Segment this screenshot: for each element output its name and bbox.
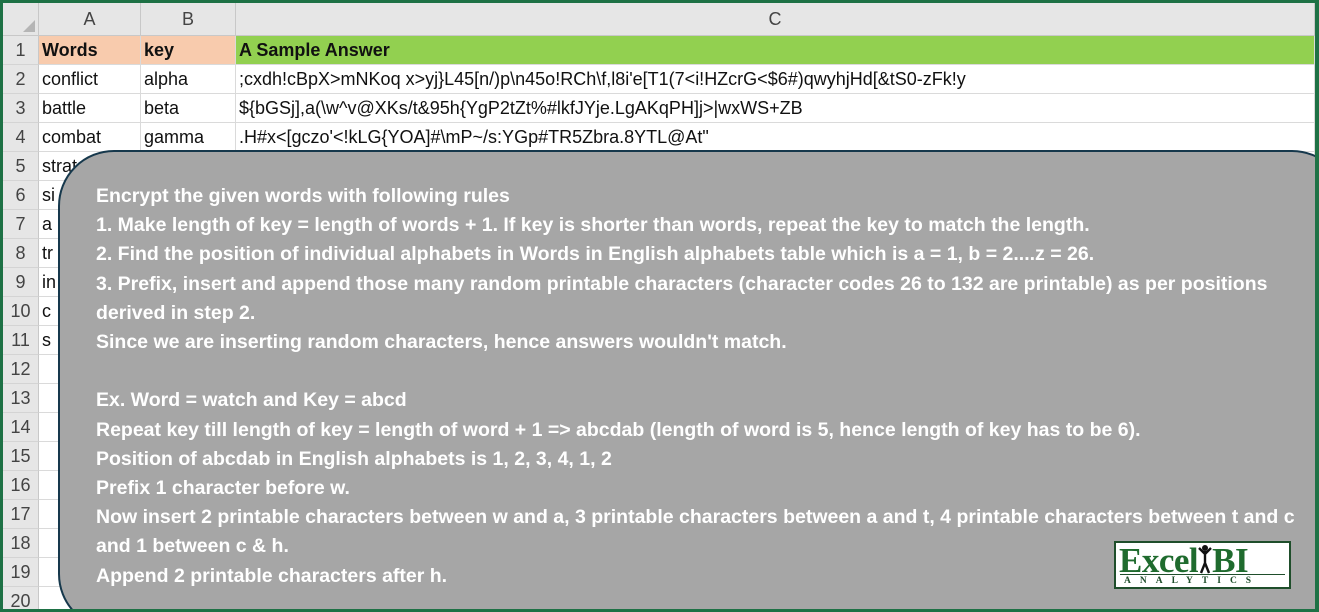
- cell-key[interactable]: beta: [141, 94, 236, 123]
- row-header[interactable]: 1: [3, 36, 39, 65]
- instruction-line: Prefix 1 character before w.: [96, 477, 350, 500]
- row-header[interactable]: 2: [3, 65, 39, 94]
- row-header[interactable]: 10: [3, 297, 39, 326]
- cell-key[interactable]: alpha: [141, 65, 236, 94]
- cell-word[interactable]: battle: [39, 94, 141, 123]
- logo-subtitle: ANALYTICS: [1120, 574, 1285, 586]
- row-header[interactable]: 4: [3, 123, 39, 152]
- header-cell-words[interactable]: Words: [39, 36, 141, 65]
- cell-answer[interactable]: ;cxdh!cBpX>mNKoq x>yj}L45[n/)p\n45o!RCh\…: [236, 65, 1315, 94]
- row-header[interactable]: 14: [3, 413, 39, 442]
- row-header[interactable]: 5: [3, 152, 39, 181]
- instruction-line: Encrypt the given words with following r…: [96, 185, 510, 207]
- header-cell-key[interactable]: key: [141, 36, 236, 65]
- instruction-line: [96, 357, 1315, 386]
- row-header[interactable]: 3: [3, 94, 39, 123]
- instruction-line: 1. Make length of key = length of words …: [96, 214, 1090, 237]
- cell-answer[interactable]: .H#x<[gczo'<!kLG{YOA]#\mP~/s:YGp#TR5Zbra…: [236, 123, 1315, 152]
- row-header[interactable]: 7: [3, 210, 39, 239]
- jumping-person-icon: [1198, 545, 1212, 574]
- cell-word[interactable]: conflict: [39, 65, 141, 94]
- cell-word[interactable]: combat: [39, 123, 141, 152]
- column-header-c[interactable]: C: [236, 3, 1315, 36]
- column-header-b[interactable]: B: [141, 3, 236, 36]
- cell-key[interactable]: gamma: [141, 123, 236, 152]
- instruction-line: 2. Find the position of individual alpha…: [96, 243, 1095, 266]
- instruction-line: Since we are inserting random characters…: [96, 331, 787, 354]
- cell-answer[interactable]: ${bGSj],a(\w^v@XKs/t&95h{YgP2tZt%#lkfJYj…: [236, 94, 1315, 123]
- row-header[interactable]: 6: [3, 181, 39, 210]
- instruction-line: 3. Prefix, insert and append those many …: [96, 272, 1273, 324]
- spreadsheet: ABC 1 2 3 4 5 6 7 8 9 10 11 12 13 14 15 16 17 18 19 20 Word…: [3, 3, 1315, 609]
- instructions-text: Encrypt the given words with following r…: [96, 182, 1315, 591]
- row-header[interactable]: 16: [3, 471, 39, 500]
- row-header[interactable]: 15: [3, 442, 39, 471]
- row-header[interactable]: 9: [3, 268, 39, 297]
- row-header[interactable]: 20: [3, 587, 39, 609]
- select-all-corner[interactable]: [3, 3, 39, 36]
- column-header-a[interactable]: A: [39, 3, 141, 36]
- row-header[interactable]: 12: [3, 355, 39, 384]
- row-header[interactable]: 18: [3, 529, 39, 558]
- header-cell-sample-answer[interactable]: A Sample Answer: [236, 36, 1315, 65]
- instruction-line: Position of abcdab in English alphabets …: [96, 447, 612, 470]
- instruction-line: Ex. Word = watch and Key = abcd: [96, 389, 407, 412]
- instruction-line: Repeat key till length of key = length o…: [96, 418, 1141, 441]
- row-header[interactable]: 11: [3, 326, 39, 355]
- excelbi-logo: Excel BI ANALYTICS: [1114, 541, 1291, 589]
- row-header[interactable]: 13: [3, 384, 39, 413]
- row-header[interactable]: 19: [3, 558, 39, 587]
- row-header[interactable]: 17: [3, 500, 39, 529]
- row-header[interactable]: 8: [3, 239, 39, 268]
